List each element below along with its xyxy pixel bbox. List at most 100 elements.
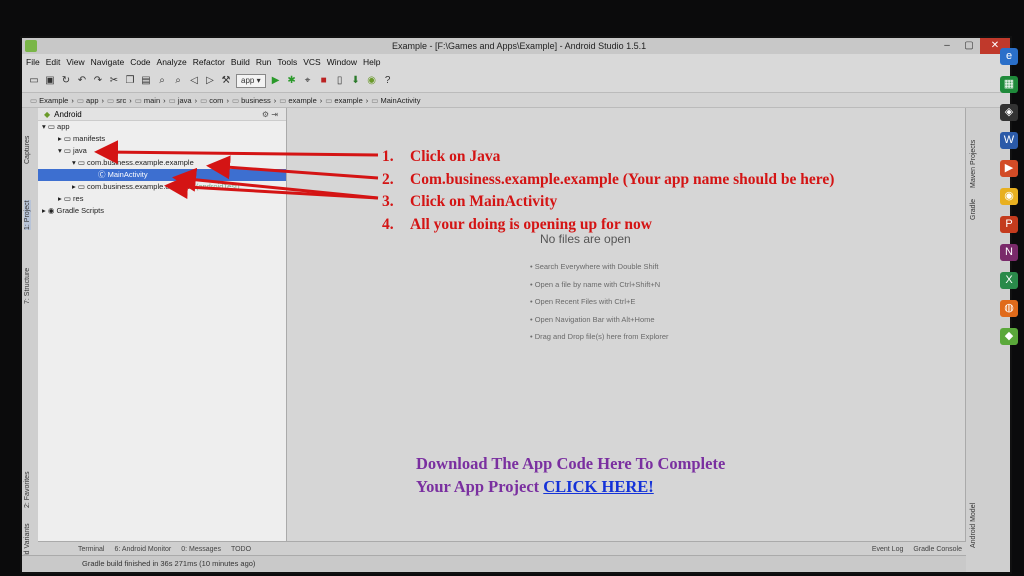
spreadsheet-icon[interactable]: X xyxy=(1000,272,1018,289)
menu-tools[interactable]: Tools xyxy=(277,57,297,67)
project-tree: ▾ ▭ app ▸ ▭ manifests ▾ ▭ java ▾ ▭ com.b… xyxy=(38,121,286,217)
breadcrumb-item[interactable]: example xyxy=(279,96,316,105)
menu-refactor[interactable]: Refactor xyxy=(193,57,225,67)
menu-navigate[interactable]: Navigate xyxy=(91,57,125,67)
gradle-tab[interactable]: Gradle xyxy=(970,199,977,220)
tree-item-mainactivity[interactable]: Ⓒ MainActivity xyxy=(38,169,286,181)
find-icon[interactable]: ⌕ xyxy=(156,75,168,87)
maximize-icon[interactable]: ▢ xyxy=(958,38,980,54)
tree-item-package[interactable]: ▾ ▭ com.business.example.example xyxy=(38,157,286,169)
maven-projects-tab[interactable]: Maven Projects xyxy=(970,140,977,188)
chrome-icon[interactable]: ◉ xyxy=(1000,188,1018,205)
menu-run[interactable]: Run xyxy=(256,57,272,67)
main-toolbar: ▭ ▣ ↻ ↶ ↷ ✂ ❐ ▤ ⌕ ⌕ ◁ ▷ ⚒ app ▾ ▶ ✱ ⌖ ■ … xyxy=(22,70,1010,93)
menu-code[interactable]: Code xyxy=(130,57,150,67)
project-panel-header: ◆ Android ⚙ ⇥ xyxy=(38,108,286,121)
menu-view[interactable]: View xyxy=(66,57,84,67)
copy-icon[interactable]: ❐ xyxy=(124,75,136,87)
replace-icon[interactable]: ⌕ xyxy=(172,75,184,87)
instruction-list: 1. Click on Java 2. Com.business.example.e… xyxy=(382,146,834,236)
left-tool-strip: Captures 1: Project 7: Structure 2: Favo… xyxy=(22,108,39,566)
onenote-icon[interactable]: N xyxy=(1000,244,1018,261)
android-studio-icon xyxy=(25,40,37,52)
android-device-monitor-icon[interactable]: ◉ xyxy=(366,75,378,87)
save-icon[interactable]: ▣ xyxy=(44,75,56,87)
menu-help[interactable]: Help xyxy=(363,57,380,67)
project-tab[interactable]: 1: Project xyxy=(24,200,31,230)
window-titlebar: Example - [F:\Games and Apps\Example] - … xyxy=(22,38,1010,54)
forward-icon[interactable]: ▷ xyxy=(204,75,216,87)
breadcrumb-item[interactable]: example xyxy=(325,96,362,105)
breadcrumb-item[interactable]: com xyxy=(200,96,223,105)
messages-tab[interactable]: 0: Messages xyxy=(181,546,221,553)
android-studio-taskbar-icon[interactable]: ◆ xyxy=(1000,328,1018,345)
powerpoint-icon[interactable]: P xyxy=(1000,216,1018,233)
project-view-selector[interactable]: Android xyxy=(54,110,82,119)
tree-item-java[interactable]: ▾ ▭ java xyxy=(38,145,286,157)
firefox-icon[interactable]: ◍ xyxy=(1000,300,1018,317)
menu-bar: File Edit View Navigate Code Analyze Ref… xyxy=(22,54,1010,69)
breadcrumb-item[interactable]: main xyxy=(135,96,160,105)
open-folder-icon[interactable]: ▭ xyxy=(28,75,40,87)
panel-settings-icon[interactable]: ⚙ ⇥ xyxy=(262,110,278,119)
breadcrumb-item[interactable]: Example xyxy=(30,96,68,105)
tree-item-app[interactable]: ▾ ▭ app xyxy=(38,121,286,133)
gradle-console-tab[interactable]: Gradle Console xyxy=(913,546,962,553)
breadcrumb-item[interactable]: business xyxy=(232,96,271,105)
breadcrumb-item[interactable]: MainActivity xyxy=(371,96,420,105)
cut-icon[interactable]: ✂ xyxy=(108,75,120,87)
tree-item-res[interactable]: ▸ ▭ res xyxy=(38,193,286,205)
run-icon[interactable]: ▶ xyxy=(270,75,282,87)
tree-item-gradle-scripts[interactable]: ▸ ◉ Gradle Scripts xyxy=(38,205,286,217)
favorites-tab[interactable]: 2: Favorites xyxy=(24,471,31,508)
terminal-tab[interactable]: Terminal xyxy=(78,546,104,553)
run-config-label: app xyxy=(241,76,255,85)
sync-icon[interactable]: ↻ xyxy=(60,75,72,87)
status-bar: Gradle build finished in 36s 271ms (10 m… xyxy=(22,555,966,572)
undo-icon[interactable]: ↶ xyxy=(76,75,88,87)
attach-debugger-icon[interactable]: ⌖ xyxy=(302,75,314,87)
click-here-link[interactable]: CLICK HERE! xyxy=(543,477,653,496)
word-icon[interactable]: W xyxy=(1000,132,1018,149)
debug-icon[interactable]: ✱ xyxy=(286,75,298,87)
hint-navigation-bar: • Open Navigation Bar with Alt+Home xyxy=(530,314,655,324)
hint-search-everywhere: • Search Everywhere with Double Shift xyxy=(530,262,659,271)
bottom-tool-bar: Terminal 6: Android Monitor 0: Messages … xyxy=(38,541,966,556)
stop-icon[interactable]: ■ xyxy=(318,75,330,87)
media-player-icon[interactable]: ▶ xyxy=(1000,160,1018,177)
editor-hints: • Search Everywhere with Double Shift • … xyxy=(530,258,669,346)
menu-edit[interactable]: Edit xyxy=(46,57,61,67)
hint-recent-files: • Open Recent Files with Ctrl+E xyxy=(530,297,636,306)
breadcrumb-item[interactable]: java xyxy=(169,96,192,105)
tree-item-manifests[interactable]: ▸ ▭ manifests xyxy=(38,133,286,145)
menu-vcs[interactable]: VCS xyxy=(303,57,320,67)
hint-drag-drop: • Drag and Drop file(s) here from Explor… xyxy=(530,332,669,341)
avd-manager-icon[interactable]: ▯ xyxy=(334,75,346,87)
paste-icon[interactable]: ▤ xyxy=(140,75,152,87)
breadcrumb-item[interactable]: src xyxy=(107,96,126,105)
ie-icon[interactable]: e xyxy=(1000,48,1018,65)
structure-tab[interactable]: 7: Structure xyxy=(24,268,31,304)
run-config-select[interactable]: app ▾ xyxy=(236,74,266,88)
minimize-icon[interactable]: – xyxy=(936,38,958,54)
breadcrumb-item[interactable]: app xyxy=(77,96,99,105)
menu-build[interactable]: Build xyxy=(231,57,250,67)
captures-tab[interactable]: Captures xyxy=(24,136,31,164)
event-log-tab[interactable]: Event Log xyxy=(872,546,904,553)
menu-window[interactable]: Window xyxy=(327,57,357,67)
window-title: Example - [F:\Games and Apps\Example] - … xyxy=(392,41,647,51)
android-model-tab[interactable]: Android Model xyxy=(970,503,977,548)
todo-tab[interactable]: TODO xyxy=(231,546,251,553)
make-project-icon[interactable]: ⚒ xyxy=(220,75,232,87)
sdk-manager-icon[interactable]: ⬇ xyxy=(350,75,362,87)
tree-item-package-androidtest[interactable]: ▸ ▭ com.business.example.example (androi… xyxy=(38,181,286,193)
back-icon[interactable]: ◁ xyxy=(188,75,200,87)
android-monitor-tab[interactable]: 6: Android Monitor xyxy=(114,546,171,553)
game-icon[interactable]: ◈ xyxy=(1000,104,1018,121)
instruction-item: 3. Click on MainActivity xyxy=(382,193,558,210)
help-icon[interactable]: ? xyxy=(382,75,394,87)
excel-icon[interactable]: ▦ xyxy=(1000,76,1018,93)
menu-file[interactable]: File xyxy=(26,57,40,67)
redo-icon[interactable]: ↷ xyxy=(92,75,104,87)
menu-analyze[interactable]: Analyze xyxy=(157,57,187,67)
